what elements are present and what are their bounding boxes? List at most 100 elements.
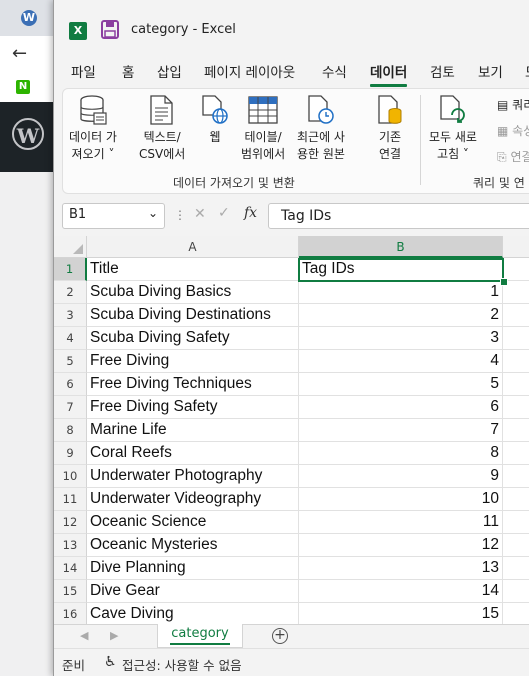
cell-tag-id[interactable]: 10 xyxy=(299,488,503,511)
cell-title[interactable]: Scuba Diving Destinations xyxy=(87,304,299,327)
name-box[interactable]: B1 ⌄ xyxy=(62,203,165,229)
cell-tag-id[interactable]: 1 xyxy=(299,281,503,304)
cell-tag-id[interactable]: 11 xyxy=(299,511,503,534)
cell-tag-id[interactable]: 4 xyxy=(299,350,503,373)
tab-data[interactable]: 데이터 xyxy=(370,61,408,87)
cell-title[interactable]: Dive Planning xyxy=(87,557,299,580)
naver-bookmark-icon[interactable]: N xyxy=(16,80,30,94)
enter-check-icon[interactable]: ✓ xyxy=(218,205,230,221)
text-csv-button[interactable]: 텍스트/ CSV에서 xyxy=(139,95,185,163)
cell-tag-id[interactable]: Tag IDs xyxy=(299,258,503,281)
row-header[interactable]: 1 xyxy=(54,258,87,281)
row-header[interactable]: 15 xyxy=(54,580,87,603)
row-header[interactable]: 12 xyxy=(54,511,87,534)
cell-tag-id[interactable]: 5 xyxy=(299,373,503,396)
wordpress-favicon-icon[interactable]: W xyxy=(21,10,37,26)
cell-empty[interactable] xyxy=(503,327,529,350)
cell-empty[interactable] xyxy=(503,373,529,396)
row-header[interactable]: 14 xyxy=(54,557,87,580)
cell-tag-id[interactable]: 15 xyxy=(299,603,503,624)
column-header-c[interactable] xyxy=(503,236,529,258)
cell-empty[interactable] xyxy=(503,580,529,603)
cell-title[interactable]: Free Diving Safety xyxy=(87,396,299,419)
cell-tag-id[interactable]: 12 xyxy=(299,534,503,557)
row-header[interactable]: 3 xyxy=(54,304,87,327)
cell-title[interactable]: Title xyxy=(87,258,299,281)
wordpress-logo-icon[interactable]: W xyxy=(12,118,44,150)
cell-title[interactable]: Scuba Diving Basics xyxy=(87,281,299,304)
properties-button[interactable]: ▦ 속성 xyxy=(497,122,529,139)
cell-tag-id[interactable]: 7 xyxy=(299,419,503,442)
save-icon[interactable] xyxy=(101,20,119,39)
scroll-right-icon[interactable]: ▶ xyxy=(110,629,118,642)
column-header-b[interactable]: B xyxy=(299,236,503,258)
from-web-button[interactable]: 웹 xyxy=(201,95,229,146)
tab-file[interactable]: 파일 xyxy=(71,61,96,81)
more-options-icon[interactable]: ⋮ xyxy=(174,208,186,222)
cell-tag-id[interactable]: 9 xyxy=(299,465,503,488)
cell-empty[interactable] xyxy=(503,488,529,511)
accessibility-status[interactable]: 접근성: 사용할 수 없음 xyxy=(122,655,242,674)
row-header[interactable]: 6 xyxy=(54,373,87,396)
cell-empty[interactable] xyxy=(503,396,529,419)
cell-title[interactable]: Free Diving Techniques xyxy=(87,373,299,396)
get-data-button[interactable]: 데이터 가 져오기 ˅ xyxy=(69,95,117,163)
cell-title[interactable]: Underwater Photography xyxy=(87,465,299,488)
cell-title[interactable]: Coral Reefs xyxy=(87,442,299,465)
cell-empty[interactable] xyxy=(503,350,529,373)
cell-title[interactable]: Scuba Diving Safety xyxy=(87,327,299,350)
tab-insert[interactable]: 삽입 xyxy=(157,61,182,81)
cell-title[interactable]: Free Diving xyxy=(87,350,299,373)
cell-tag-id[interactable]: 8 xyxy=(299,442,503,465)
row-header[interactable]: 13 xyxy=(54,534,87,557)
chevron-down-icon[interactable]: ⌄ xyxy=(148,206,158,220)
row-header[interactable]: 2 xyxy=(54,281,87,304)
tab-review[interactable]: 검토 xyxy=(430,61,455,81)
add-sheet-icon[interactable]: + xyxy=(272,628,288,644)
queries-connections-button[interactable]: ▤ 쿼리 xyxy=(497,96,529,113)
formula-input[interactable]: Tag IDs xyxy=(268,203,529,229)
cell-tag-id[interactable]: 14 xyxy=(299,580,503,603)
cell-title[interactable]: Oceanic Science xyxy=(87,511,299,534)
fill-handle[interactable] xyxy=(500,278,508,286)
scroll-left-icon[interactable]: ◀ xyxy=(80,629,88,642)
cell-empty[interactable] xyxy=(503,304,529,327)
tab-formulas[interactable]: 수식 xyxy=(322,61,347,81)
cell-empty[interactable] xyxy=(503,442,529,465)
cell-title[interactable]: Marine Life xyxy=(87,419,299,442)
cell-tag-id[interactable]: 6 xyxy=(299,396,503,419)
cell-empty[interactable] xyxy=(503,511,529,534)
recent-sources-button[interactable]: 최근에 사 용한 원본 xyxy=(297,95,345,163)
cell-title[interactable]: Cave Diving xyxy=(87,603,299,624)
worksheet-grid[interactable]: A B 1 Title Tag IDs 2 Scuba Diving Basics 1 3 S… xyxy=(54,236,529,624)
row-header[interactable]: 10 xyxy=(54,465,87,488)
edit-links-button[interactable]: ⎘ 연결 xyxy=(497,148,529,165)
cell-title[interactable]: Oceanic Mysteries xyxy=(87,534,299,557)
table-range-button[interactable]: 테이블/ 범위에서 xyxy=(241,95,285,163)
refresh-all-button[interactable]: 모두 새로 고침 ˅ xyxy=(429,95,477,163)
cell-tag-id[interactable]: 2 xyxy=(299,304,503,327)
column-header-a[interactable]: A xyxy=(87,236,299,258)
cell-empty[interactable] xyxy=(503,557,529,580)
cell-empty[interactable] xyxy=(503,603,529,624)
back-arrow-icon[interactable]: ← xyxy=(12,43,27,64)
row-header[interactable]: 11 xyxy=(54,488,87,511)
row-header[interactable]: 8 xyxy=(54,419,87,442)
cell-title[interactable]: Dive Gear xyxy=(87,580,299,603)
cell-empty[interactable] xyxy=(503,465,529,488)
row-header[interactable]: 16 xyxy=(54,603,87,624)
insert-function-icon[interactable]: fx xyxy=(244,205,257,221)
cell-empty[interactable] xyxy=(503,419,529,442)
row-header[interactable]: 5 xyxy=(54,350,87,373)
cancel-icon[interactable]: ✕ xyxy=(194,206,206,222)
tab-page-layout[interactable]: 페이지 레이아웃 xyxy=(204,61,295,81)
cell-tag-id[interactable]: 3 xyxy=(299,327,503,350)
row-header[interactable]: 4 xyxy=(54,327,87,350)
existing-connections-button[interactable]: 기존 연결 xyxy=(377,95,403,163)
row-header[interactable]: 9 xyxy=(54,442,87,465)
cell-title[interactable]: Underwater Videography xyxy=(87,488,299,511)
tab-view[interactable]: 보기 xyxy=(478,61,503,81)
select-all-corner[interactable] xyxy=(54,236,87,258)
cell-empty[interactable] xyxy=(503,534,529,557)
sheet-tab-category[interactable]: category xyxy=(157,624,243,648)
